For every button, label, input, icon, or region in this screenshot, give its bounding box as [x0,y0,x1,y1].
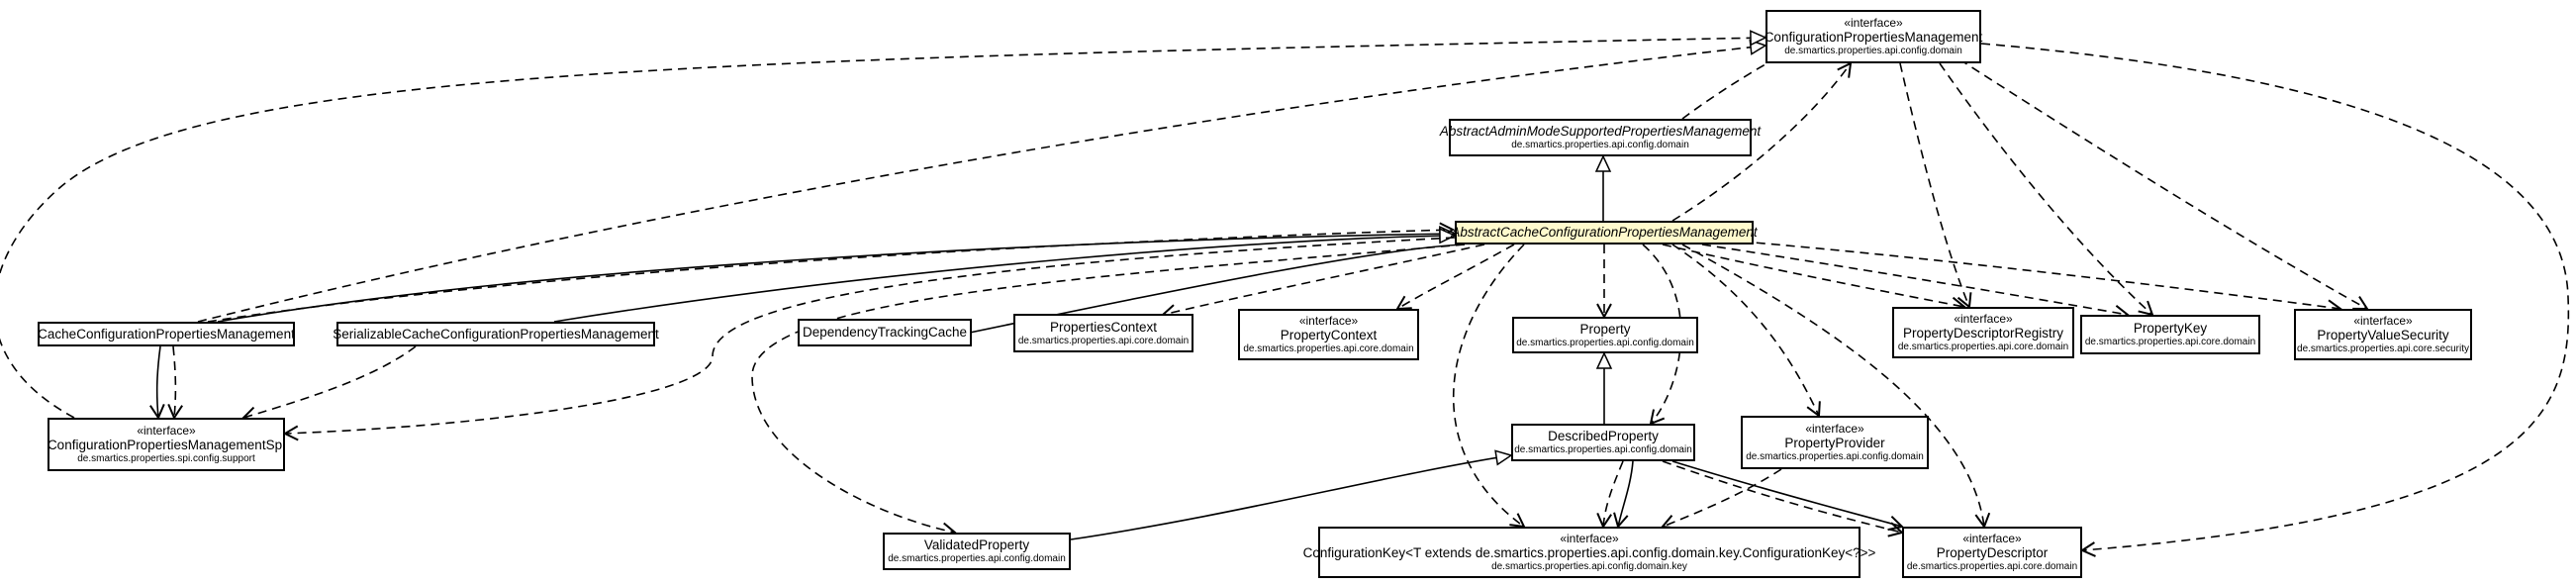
class-configuration-properties-management-spi[interactable]: «interface» ConfigurationPropertiesManag… [48,418,285,471]
class-cache-configuration-properties-management[interactable]: CacheConfigurationPropertiesManagement [38,322,295,346]
class-property-provider[interactable]: «interface» PropertyProvider de.smartics… [1741,416,1929,469]
class-abstract-cache-configuration-properties-management[interactable]: AbstractCacheConfigurationPropertiesMana… [1451,221,1758,244]
stereotype-label: «interface» [1805,421,1864,436]
class-configuration-properties-management[interactable]: «interface» ConfigurationPropertiesManag… [1764,10,1983,63]
class-name: PropertyDescriptor [1936,545,2049,561]
class-name: AbstractAdminModeSupportedPropertiesMana… [1439,124,1762,140]
class-dependency-tracking-cache[interactable]: DependencyTrackingCache [798,319,972,346]
class-properties-context[interactable]: PropertiesContext de.smartics.properties… [1013,314,1193,352]
class-property-value-security[interactable]: «interface» PropertyValueSecurity de.sma… [2294,309,2472,360]
edge-dependency-accpm-to-vprop [751,244,1466,533]
class-name: SerializableCacheConfigurationProperties… [333,326,659,342]
class-name: PropertyProvider [1784,436,1885,451]
package-name: de.smartics.properties.api.core.domain [1906,560,2078,572]
class-property[interactable]: Property de.smartics.properties.api.conf… [1512,317,1698,353]
stereotype-label: «interface» [1560,531,1619,545]
class-name: ConfigurationPropertiesManagement [1764,30,1983,46]
stereotype-label: «interface» [1844,15,1903,30]
edge-association-ccpm-to-cpmspi [157,345,160,418]
class-name: CacheConfigurationPropertiesManagement [38,326,295,342]
edge-dependency-accpm-to-pctx [1163,244,1485,315]
package-name: de.smartics.properties.spi.config.suppor… [77,452,255,464]
package-name: de.smartics.properties.api.config.domain [1511,140,1689,150]
edge-association-dprop-to-ckey [1618,460,1634,527]
edge-dependency-accpm-to-pvs [1741,241,2340,309]
package-name: de.smartics.properties.api.core.security [2297,342,2469,354]
package-name: de.smartics.properties.api.core.domain [1017,335,1190,346]
class-property-context[interactable]: «interface» PropertyContext de.smartics.… [1238,309,1419,360]
edge-dependency-sccpm-to-cpmspi [243,345,417,418]
edge-dependency-cpm-to-pdr [1899,62,1969,307]
package-name: de.smartics.properties.api.core.domain [2084,337,2256,347]
edge-association-dprop-to-pdesc [1671,460,1902,527]
class-name: AbstractCacheConfigurationPropertiesMana… [1451,225,1758,241]
stereotype-label: «interface» [137,423,196,438]
class-name: PropertyContext [1280,328,1378,343]
package-name: de.smartics.properties.api.core.domain [1243,342,1414,354]
edge-dependency-cpm-to-pkey [1939,62,2152,315]
edge-dependency-accpm-to-pdr [1662,244,1964,307]
class-name: PropertyValueSecurity [2317,328,2449,343]
edge-dependency-accpm-to-pdesc [1681,244,1984,527]
class-abstract-admin-mode-supported-properties-management[interactable]: AbstractAdminModeSupportedPropertiesMana… [1440,119,1761,156]
package-name: de.smartics.properties.api.config.domain [888,553,1066,564]
stereotype-label: «interface» [1962,531,2022,545]
package-name: de.smartics.properties.api.config.domain [1516,337,1694,348]
edge-dependency-pprov-to-ckey [1663,468,1782,527]
edge-dependency-cpm-to-pvs [1958,58,2367,309]
class-serializable-cache-configuration-properties-management[interactable]: SerializableCacheConfigurationProperties… [333,322,659,346]
class-described-property[interactable]: DescribedProperty de.smartics.properties… [1511,424,1695,461]
class-name: DescribedProperty [1548,429,1659,444]
class-name: PropertiesContext [1049,319,1158,335]
package-name: de.smartics.properties.api.config.domain [1746,450,1924,462]
package-name: de.smartics.properties.api.config.domain [1514,444,1692,455]
edge-dependency-accpm-to-pkey [1701,244,2128,315]
edge-dependency-accpm-to-ckey [1452,244,1524,527]
package-name: de.smartics.properties.api.config.domain… [1491,560,1687,572]
stereotype-label: «interface» [1954,311,2013,326]
class-name: Property [1579,321,1631,337]
stereotype-label: «interface» [2353,313,2413,328]
edges-layer [0,30,2570,586]
class-name: ConfigurationPropertiesManagementSpi [47,438,286,453]
class-property-descriptor-registry[interactable]: «interface» PropertyDescriptorRegistry d… [1892,307,2074,358]
package-name: de.smartics.properties.api.config.domain [1784,45,1962,56]
class-property-key[interactable]: PropertyKey de.smartics.properties.api.c… [2080,315,2260,354]
class-name: PropertyDescriptorRegistry [1902,326,2064,342]
class-property-descriptor[interactable]: «interface» PropertyDescriptor de.smarti… [1902,527,2082,578]
class-validated-property[interactable]: ValidatedProperty de.smartics.properties… [883,533,1071,570]
class-configuration-key[interactable]: «interface» ConfigurationKey<T extends d… [1303,527,1875,578]
class-name: ValidatedProperty [923,537,1030,553]
class-name: DependencyTrackingCache [802,325,968,341]
class-name: PropertyKey [2133,321,2208,337]
class-name: ConfigurationKey<T extends de.smartics.p… [1302,545,1876,561]
edge-dependency-cpm-to-pdesc [1980,43,2570,550]
edge-dependency-dprop-to-pdesc [1662,460,1902,533]
edge-dependency-ccpm-to-cpmspi [173,345,175,418]
package-name: de.smartics.properties.api.core.domain [1897,341,2069,352]
stereotype-label: «interface» [1298,313,1359,328]
edge-dependency-accpm-to-propctx [1397,244,1515,309]
